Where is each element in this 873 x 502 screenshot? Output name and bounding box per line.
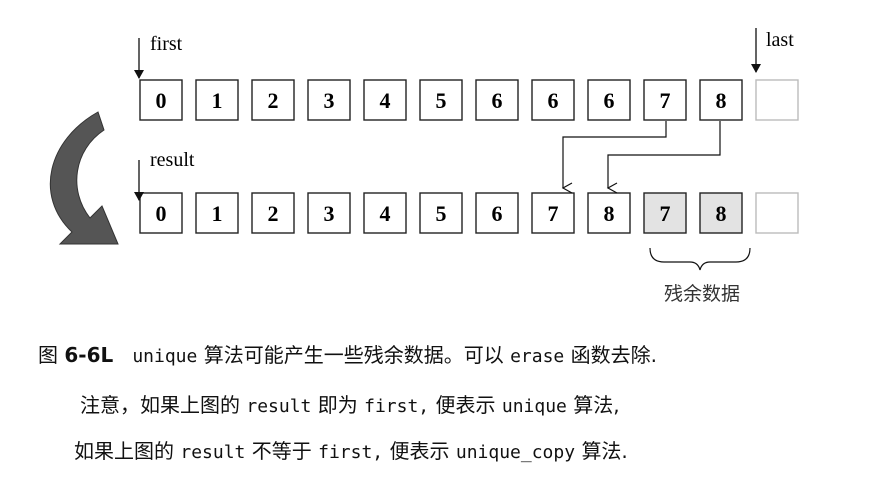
top-row-array: 0 1 2 3 4 5 6 6 6 7 8 [139,79,799,121]
bottom-row-cell-value: 4 [380,201,391,226]
bottom-row-cell-value: 0 [156,201,167,226]
caption-line-1: 图 6-6L unique 算法可能产生一些残余数据。可以 erase 函数去除… [38,342,873,370]
top-row-cell-value: 8 [716,88,727,113]
top-row-cell-value: 6 [492,88,503,113]
first-label: first [150,33,183,55]
last-label: last [766,29,794,51]
caption-line-3: 如果上图的 result 不等于 first, 便表示 unique_copy … [74,438,873,466]
figure-prefix: 图 [38,343,58,367]
caption-text: 便表示 [389,439,450,463]
caption-text: 算法, [573,393,620,417]
caption-text: 注意，如果上图的 [80,393,240,417]
top-row-cell-value: 7 [660,88,671,113]
result-label: result [150,149,195,171]
caption-text: 算法可能产生一些残余数据。可以 [203,343,504,367]
figure-number: 6-6L [64,343,114,367]
bottom-row-array: 0 1 2 3 4 5 6 7 8 7 8 [139,192,799,234]
code-result: result [246,396,312,417]
code-erase: erase [510,346,565,367]
caption-text: 函数去除. [570,343,657,367]
residual-brace [649,247,751,271]
code-unique: unique [132,346,198,367]
bottom-row-cell-value: 7 [660,201,671,226]
bottom-row-cell-value: 7 [548,201,559,226]
top-row-cell-value: 0 [156,88,167,113]
bottom-row-cell-empty [755,192,799,234]
caption-text: 如果上图的 [74,439,174,463]
caption-text: 便表示 [435,393,496,417]
code-first: first, [318,442,384,463]
unique-diagram: 0 1 2 3 4 5 6 6 6 7 8 0 1 2 3 4 5 6 7 8 7 8 first last resul… [49,28,799,305]
residual-label: 残余数据 [664,283,740,305]
caption-text: 算法. [581,439,628,463]
code-first: first, [364,396,430,417]
bottom-row-cell-value: 2 [268,201,279,226]
copy-arrow-8 [606,121,721,194]
bottom-row-cell-value: 1 [212,201,223,226]
top-row-cell-value: 5 [436,88,447,113]
curved-arrow-icon [49,111,119,245]
bottom-row-cell-value: 8 [604,201,615,226]
code-unique-copy: unique_copy [455,442,576,463]
code-result: result [180,442,246,463]
caption-line-2: 注意，如果上图的 result 即为 first, 便表示 unique 算法, [80,392,873,420]
caption-text: 即为 [317,393,358,417]
top-row-cell-value: 1 [212,88,223,113]
code-unique: unique [501,396,567,417]
bottom-row-cell-value: 6 [492,201,503,226]
bottom-row-cell-value: 8 [716,201,727,226]
top-row-cell-value: 6 [604,88,615,113]
top-row-cell-value: 3 [324,88,335,113]
top-row-cell-value: 4 [380,88,391,113]
bottom-row-cell-value: 3 [324,201,335,226]
top-row-cell-empty [755,79,799,121]
top-row-cell-value: 2 [268,88,279,113]
bottom-row-cell-value: 5 [436,201,447,226]
caption-text: 不等于 [251,439,312,463]
top-row-cell-value: 6 [548,88,559,113]
